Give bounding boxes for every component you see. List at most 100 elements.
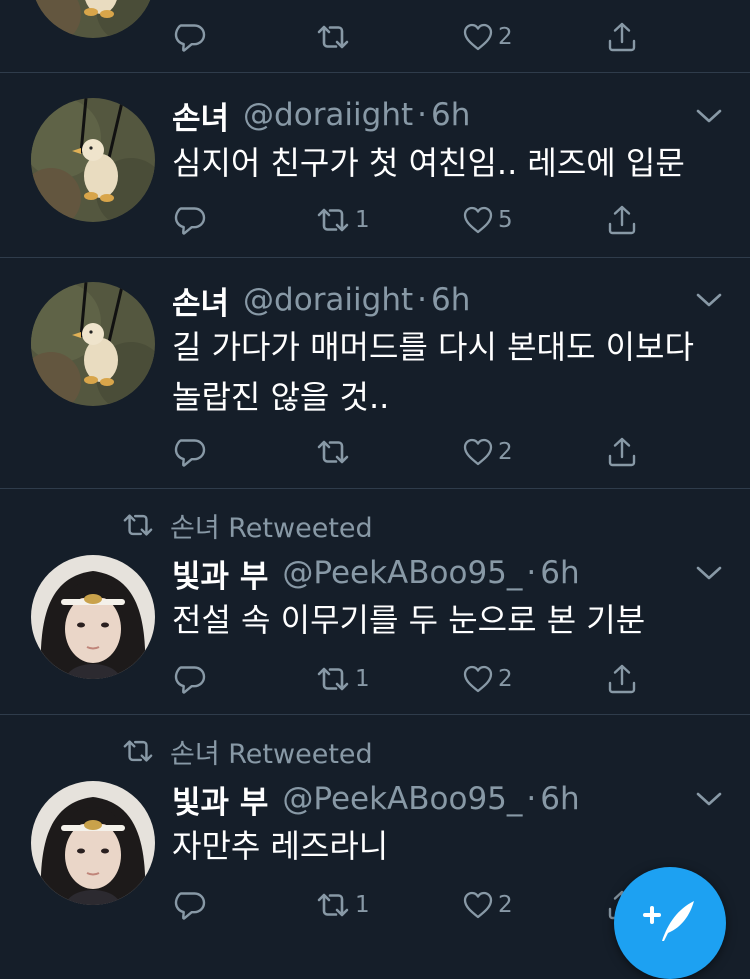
share-button[interactable] bbox=[606, 432, 638, 472]
tweet-text-line: 자만추 레즈라니 bbox=[172, 827, 389, 865]
share-button[interactable] bbox=[606, 17, 638, 57]
tweet-text: 전설 속 이무기를 두 눈으로 본 기분 bbox=[172, 595, 732, 645]
retweet-icon bbox=[315, 436, 351, 468]
reply-icon bbox=[174, 21, 206, 53]
like-button[interactable]: 5 bbox=[462, 200, 513, 240]
avatar[interactable] bbox=[31, 0, 155, 38]
timestamp[interactable]: 6h bbox=[540, 555, 579, 591]
separator-dot: · bbox=[417, 282, 427, 318]
action-bar: 1 2 bbox=[172, 659, 652, 699]
chevron-down-icon[interactable] bbox=[695, 291, 723, 309]
retweet-button[interactable]: 1 bbox=[315, 659, 370, 699]
like-button[interactable]: 2 bbox=[462, 17, 513, 57]
action-bar: 1 5 bbox=[172, 200, 652, 240]
avatar[interactable] bbox=[31, 98, 155, 222]
tweet-header: 빛과 부 @PeekABoo95_ · 6h bbox=[172, 551, 710, 595]
retweet-button[interactable]: 1 bbox=[315, 200, 370, 240]
tweet-header: 손녀 @doraiight · 6h bbox=[172, 278, 710, 322]
avatar[interactable] bbox=[31, 282, 155, 406]
heart-icon bbox=[462, 204, 494, 236]
tweet-header: 손녀 @doraiight · 6h bbox=[172, 93, 710, 137]
compose-feather-icon bbox=[643, 901, 694, 941]
like-count: 5 bbox=[498, 207, 513, 233]
like-count: 2 bbox=[498, 439, 513, 465]
reply-button[interactable] bbox=[174, 432, 210, 472]
retweet-icon bbox=[315, 663, 351, 695]
avatar[interactable] bbox=[31, 781, 155, 905]
heart-icon bbox=[462, 436, 494, 468]
tweet-partial-top[interactable]: 2 bbox=[0, 0, 750, 72]
reply-icon bbox=[174, 204, 206, 236]
like-count: 2 bbox=[498, 24, 513, 50]
tweet-text-line: 놀랍진 않을 것.. bbox=[172, 378, 390, 416]
tweet-text-line: 전설 속 이무기를 두 눈으로 본 기분 bbox=[172, 601, 646, 639]
like-button[interactable]: 2 bbox=[462, 659, 513, 699]
share-icon bbox=[606, 663, 638, 695]
separator-dot: · bbox=[417, 97, 427, 133]
share-icon bbox=[606, 21, 638, 53]
chevron-down-icon[interactable] bbox=[695, 790, 723, 808]
duck-avatar-image bbox=[31, 0, 155, 38]
retweet-icon bbox=[315, 21, 351, 53]
like-button[interactable]: 2 bbox=[462, 885, 513, 925]
user-handle[interactable]: @doraiight bbox=[243, 97, 413, 133]
display-name[interactable]: 빛과 부 bbox=[172, 551, 268, 596]
user-handle[interactable]: @doraiight bbox=[243, 282, 413, 318]
display-name[interactable]: 빛과 부 bbox=[172, 777, 268, 822]
reply-button[interactable] bbox=[174, 885, 210, 925]
like-button[interactable]: 2 bbox=[462, 432, 513, 472]
tweet-header: 빛과 부 @PeekABoo95_ · 6h bbox=[172, 777, 710, 821]
share-button[interactable] bbox=[606, 659, 638, 699]
chevron-down-icon[interactable] bbox=[695, 564, 723, 582]
display-name[interactable]: 손녀 bbox=[172, 278, 229, 323]
tweet-text: 길 가다가 매머드를 다시 본대도 이보다 놀랍진 않을 것.. bbox=[172, 322, 732, 422]
avatar[interactable] bbox=[31, 555, 155, 679]
tweet-text-line: 심지어 친구가 첫 여친임.. 레즈에 입문 bbox=[172, 144, 685, 182]
girl-avatar-image bbox=[31, 555, 155, 679]
timestamp[interactable]: 6h bbox=[431, 97, 470, 133]
tweet-text: 자만추 레즈라니 bbox=[172, 821, 732, 871]
reply-icon bbox=[174, 663, 206, 695]
tweet-text-line: 길 가다가 매머드를 다시 본대도 이보다 bbox=[172, 328, 694, 366]
retweet-button[interactable] bbox=[315, 17, 355, 57]
retweet-context[interactable]: 손녀 Retweeted bbox=[120, 507, 373, 544]
retweet-context[interactable]: 손녀 Retweeted bbox=[120, 733, 373, 770]
retweet-icon bbox=[120, 736, 156, 766]
retweet-icon bbox=[315, 204, 351, 236]
tweet[interactable]: 손녀 @doraiight · 6h 심지어 친구가 첫 여친임.. 레즈에 입… bbox=[0, 73, 750, 257]
retweet-count: 1 bbox=[355, 666, 370, 692]
reply-icon bbox=[174, 436, 206, 468]
retweet-icon bbox=[120, 510, 156, 540]
user-handle[interactable]: @PeekABoo95_ bbox=[282, 555, 522, 591]
reply-button[interactable] bbox=[174, 17, 210, 57]
share-icon bbox=[606, 204, 638, 236]
heart-icon bbox=[462, 889, 494, 921]
retweet-icon bbox=[315, 889, 351, 921]
display-name[interactable]: 손녀 bbox=[172, 93, 229, 138]
retweet-button[interactable] bbox=[315, 432, 355, 472]
action-bar: 2 bbox=[172, 17, 652, 57]
tweet[interactable]: 손녀 Retweeted 빛과 부 @PeekABoo95_ · 6h 전설 속… bbox=[0, 489, 750, 714]
timestamp[interactable]: 6h bbox=[540, 781, 579, 817]
compose-tweet-button[interactable] bbox=[614, 867, 726, 979]
reply-button[interactable] bbox=[174, 659, 210, 699]
duck-avatar-image bbox=[31, 98, 155, 222]
like-count: 2 bbox=[498, 666, 513, 692]
girl-avatar-image bbox=[31, 781, 155, 905]
tweet[interactable]: 손녀 @doraiight · 6h 길 가다가 매머드를 다시 본대도 이보다… bbox=[0, 258, 750, 488]
retweet-count: 1 bbox=[355, 892, 370, 918]
action-bar: 1 2 bbox=[172, 885, 652, 925]
reply-button[interactable] bbox=[174, 200, 210, 240]
heart-icon bbox=[462, 663, 494, 695]
chevron-down-icon[interactable] bbox=[695, 107, 723, 125]
user-handle[interactable]: @PeekABoo95_ bbox=[282, 781, 522, 817]
share-button[interactable] bbox=[606, 200, 638, 240]
timestamp[interactable]: 6h bbox=[431, 282, 470, 318]
retweeted-by-label: 손녀 Retweeted bbox=[170, 738, 373, 770]
action-bar: 2 bbox=[172, 432, 652, 472]
tweet-text: 심지어 친구가 첫 여친임.. 레즈에 입문 bbox=[172, 138, 732, 188]
retweet-button[interactable]: 1 bbox=[315, 885, 370, 925]
separator-dot: · bbox=[526, 555, 537, 591]
reply-icon bbox=[174, 889, 206, 921]
share-icon bbox=[606, 436, 638, 468]
